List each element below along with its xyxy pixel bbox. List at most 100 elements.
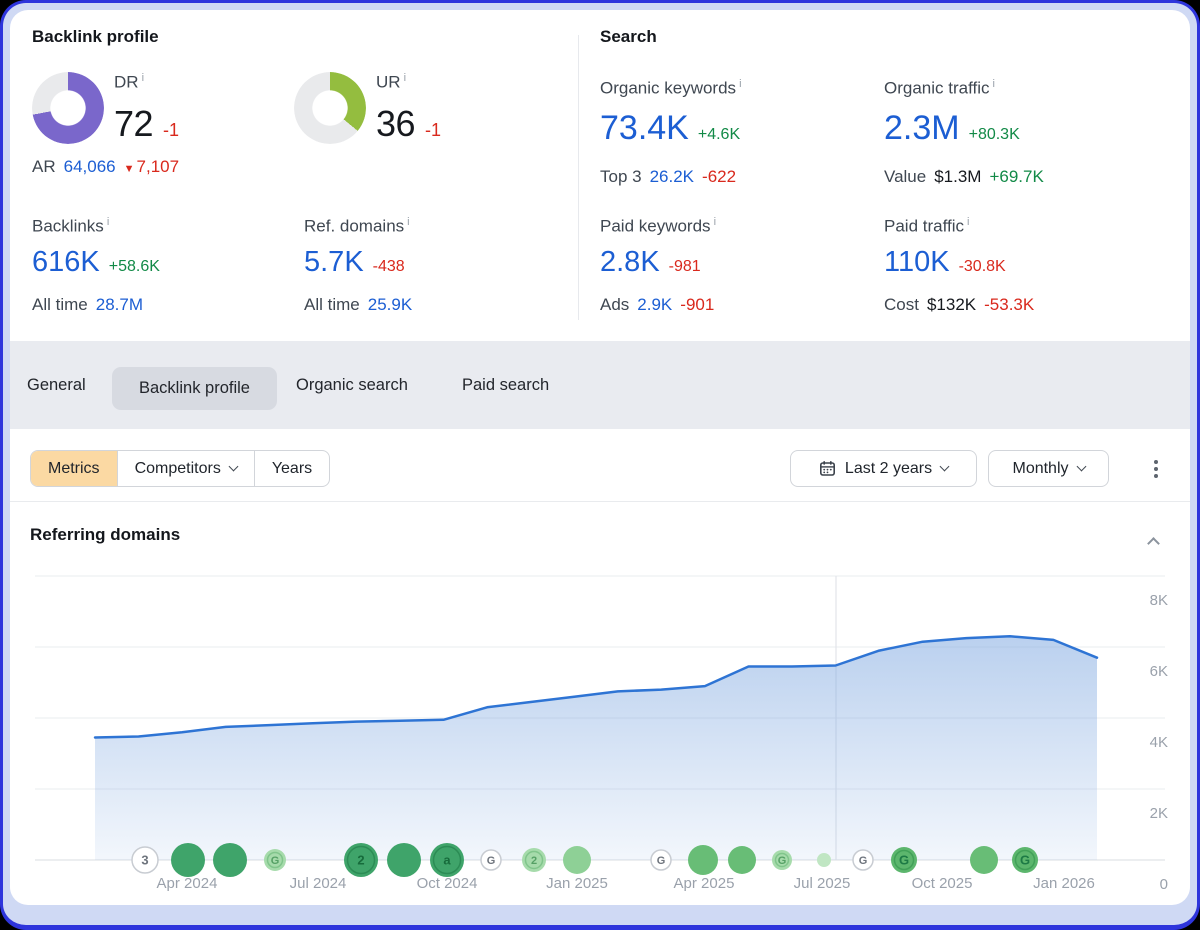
tab-general[interactable]: General xyxy=(27,341,86,429)
ref-domains-change: -438 xyxy=(373,250,405,283)
x-axis-tick: Jan 2025 xyxy=(546,875,608,892)
chevron-down-icon xyxy=(228,461,238,471)
svg-text:G: G xyxy=(271,855,280,867)
svg-text:G: G xyxy=(859,855,868,867)
info-icon[interactable]: i xyxy=(107,216,109,228)
paid-traffic-label: Paid traffic xyxy=(884,217,964,236)
google-update-marker[interactable] xyxy=(688,845,718,875)
google-update-marker[interactable]: G xyxy=(481,850,501,870)
chevron-down-icon xyxy=(1076,461,1086,471)
svg-text:2: 2 xyxy=(357,853,364,868)
ref-domains-stat: Ref. domainsi 5.7K -438 All time 25.9K xyxy=(304,212,412,315)
collapse-section-button[interactable] xyxy=(1140,530,1166,552)
google-update-marker[interactable]: G xyxy=(772,850,792,870)
paid-keywords-change: -981 xyxy=(669,250,701,283)
google-update-marker[interactable]: a xyxy=(430,843,464,877)
google-update-marker[interactable] xyxy=(387,843,421,877)
years-segment[interactable]: Years xyxy=(254,451,329,486)
organic-keywords-stat: Organic keywordsi 73.4K +4.6K Top 3 26.2… xyxy=(600,74,742,187)
backlinks-label: Backlinks xyxy=(32,217,104,236)
svg-text:2: 2 xyxy=(531,855,537,867)
tab-organic-search[interactable]: Organic search xyxy=(296,341,408,429)
paid-keywords-stat: Paid keywordsi 2.8K -981 Ads 2.9K -901 xyxy=(600,212,716,315)
ads-line: Ads 2.9K -901 xyxy=(600,295,716,315)
ref-domains-label: Ref. domains xyxy=(304,217,404,236)
ar-value: 64,066 xyxy=(64,157,116,177)
paid-traffic-change: -30.8K xyxy=(959,250,1006,283)
calendar-icon xyxy=(819,460,836,477)
google-update-marker[interactable]: G xyxy=(651,850,671,870)
ur-change: -1 xyxy=(425,120,441,141)
google-update-marker[interactable]: G xyxy=(853,850,873,870)
google-update-marker[interactable] xyxy=(171,843,205,877)
google-update-marker[interactable]: 2 xyxy=(522,848,546,872)
svg-text:G: G xyxy=(487,855,496,867)
referring-domains-heading: Referring domains xyxy=(30,525,180,545)
ref-domains-value: 5.7K xyxy=(304,246,364,279)
dr-label: DR xyxy=(114,73,139,92)
google-update-marker[interactable] xyxy=(817,853,831,867)
info-icon[interactable]: i xyxy=(739,78,741,90)
granularity-button[interactable]: Monthly xyxy=(988,450,1109,487)
x-axis-tick: Jan 2026 xyxy=(1033,875,1095,892)
organic-keywords-change: +4.6K xyxy=(698,115,740,155)
organic-keywords-value: 73.4K xyxy=(600,108,689,148)
ur-donut-gauge xyxy=(294,72,366,144)
dr-stat: DRi 72 -1 xyxy=(114,72,179,145)
chevron-down-icon xyxy=(940,461,950,471)
tab-paid-search[interactable]: Paid search xyxy=(462,341,549,429)
google-update-marker[interactable]: 3 xyxy=(132,847,158,873)
ur-label: UR xyxy=(376,73,401,92)
backlinks-alltime: All time 28.7M xyxy=(32,295,160,315)
x-axis-tick: Oct 2024 xyxy=(417,875,478,892)
ar-label: AR xyxy=(32,157,56,177)
y-axis-tick: 4K xyxy=(1150,734,1168,751)
google-update-marker[interactable]: G xyxy=(264,849,286,871)
info-icon[interactable]: i xyxy=(967,216,969,228)
google-update-marker[interactable] xyxy=(728,846,756,874)
info-icon[interactable]: i xyxy=(142,72,144,84)
more-options-button[interactable] xyxy=(1143,455,1169,482)
x-axis-tick: Jul 2025 xyxy=(794,875,851,892)
section-divider xyxy=(10,501,1190,502)
traffic-value-line: Value $1.3M +69.7K xyxy=(884,167,1044,187)
organic-traffic-change: +80.3K xyxy=(969,115,1020,155)
info-icon[interactable]: i xyxy=(407,216,409,228)
paid-traffic-stat: Paid traffici 110K -30.8K Cost $132K -53… xyxy=(884,212,1034,315)
info-icon[interactable]: i xyxy=(993,78,995,90)
info-icon[interactable]: i xyxy=(714,216,716,228)
svg-text:3: 3 xyxy=(141,853,148,868)
metrics-segment[interactable]: Metrics xyxy=(31,451,117,486)
google-update-marker[interactable] xyxy=(213,843,247,877)
y-axis-tick: 2K xyxy=(1150,805,1168,822)
ur-stat: URi 36 -1 xyxy=(376,72,441,145)
svg-text:G: G xyxy=(1020,853,1030,868)
paid-traffic-value: 110K xyxy=(884,246,950,279)
triangle-down-icon: ▼ xyxy=(124,163,135,175)
domain-overview-card: Backlink profile DRi 72 -1 AR 64,066 ▼7,… xyxy=(10,10,1190,905)
date-range-button[interactable]: Last 2 years xyxy=(790,450,977,487)
google-update-marker[interactable]: G xyxy=(1012,847,1038,873)
y-axis-tick: 6K xyxy=(1150,663,1168,680)
svg-text:G: G xyxy=(899,853,909,868)
app-window: Backlink profile DRi 72 -1 AR 64,066 ▼7,… xyxy=(0,0,1200,930)
svg-text:a: a xyxy=(443,853,451,868)
google-update-marker[interactable] xyxy=(563,846,591,874)
x-axis-tick: Apr 2024 xyxy=(157,875,218,892)
google-update-marker[interactable]: G xyxy=(891,847,917,873)
info-icon[interactable]: i xyxy=(404,72,406,84)
backlink-profile-heading: Backlink profile xyxy=(32,27,159,47)
organic-keywords-label: Organic keywords xyxy=(600,79,736,98)
y-axis-tick: 0 xyxy=(1160,876,1168,893)
ar-change: ▼7,107 xyxy=(124,157,179,177)
google-update-marker[interactable]: 2 xyxy=(344,843,378,877)
ref-domains-alltime: All time 25.9K xyxy=(304,295,412,315)
top3-line: Top 3 26.2K -622 xyxy=(600,167,742,187)
y-axis-tick: 8K xyxy=(1150,592,1168,609)
ar-line: AR 64,066 ▼7,107 xyxy=(32,157,179,177)
tab-backlink-profile[interactable]: Backlink profile xyxy=(112,367,277,410)
google-update-marker[interactable] xyxy=(970,846,998,874)
view-mode-switcher: Metrics Competitors Years xyxy=(30,450,330,487)
competitors-segment[interactable]: Competitors xyxy=(117,451,254,486)
organic-traffic-label: Organic traffic xyxy=(884,79,990,98)
